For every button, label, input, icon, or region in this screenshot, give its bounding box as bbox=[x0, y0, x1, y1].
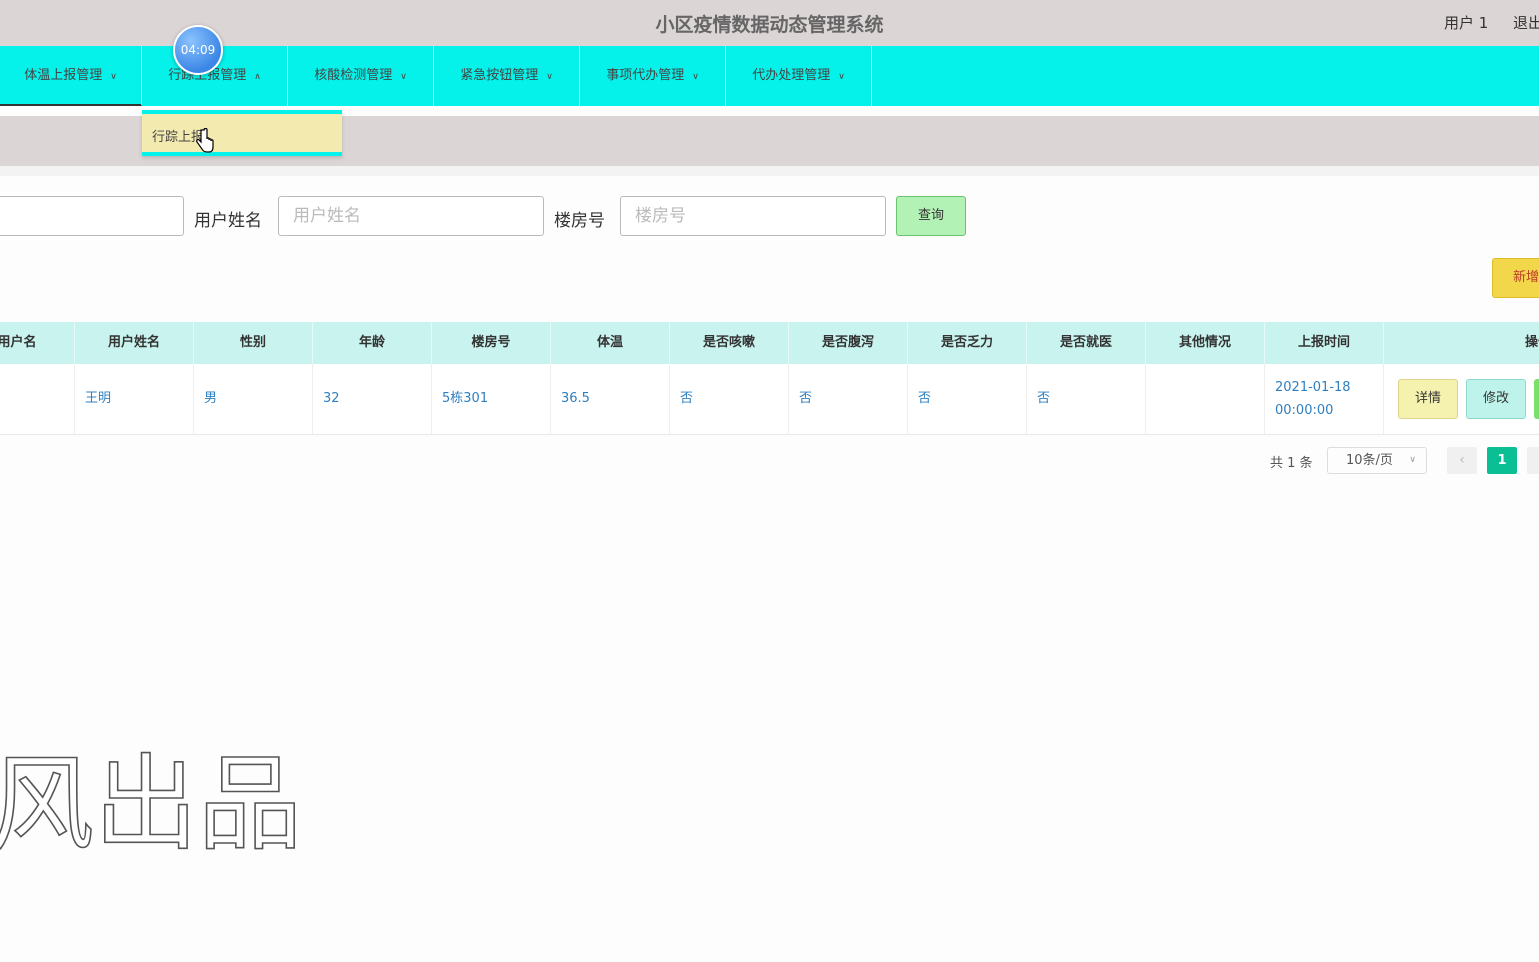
query-button[interactable]: 查询 bbox=[896, 196, 966, 236]
nav-item-label: 核酸检测管理 bbox=[314, 68, 393, 83]
page-size-value: 10条/页 bbox=[1346, 453, 1393, 468]
cell-age: 32 bbox=[313, 364, 432, 434]
cell-fatigue: 否 bbox=[908, 364, 1027, 434]
column-header: 用户名 bbox=[0, 322, 75, 364]
cell-other bbox=[1146, 364, 1265, 434]
nav-item-label: 紧急按钮管理 bbox=[460, 68, 539, 83]
building-label: 楼房号 bbox=[554, 211, 605, 231]
username-search-input[interactable] bbox=[0, 196, 184, 236]
cell-building: 5栋301 bbox=[432, 364, 551, 434]
next-page-button[interactable] bbox=[1527, 447, 1539, 474]
cell-report-time: 2021-01-18 00:00:00 bbox=[1265, 364, 1384, 434]
column-header: 上报时间 bbox=[1265, 322, 1384, 364]
chevron-down-icon: ∨ bbox=[838, 72, 845, 82]
nav-item-label: 代办处理管理 bbox=[752, 68, 831, 83]
column-header: 是否乏力 bbox=[908, 322, 1027, 364]
chevron-down-icon: ∨ bbox=[546, 72, 553, 82]
name-search-input[interactable] bbox=[278, 196, 544, 236]
cell-gender: 男 bbox=[194, 364, 313, 434]
cell-cough: 否 bbox=[670, 364, 789, 434]
divider bbox=[0, 166, 1539, 176]
hand-cursor-icon bbox=[196, 128, 214, 153]
main-nav: 体温上报管理 ∨ 行踪上报管理 ∧ 核酸检测管理 ∨ 紧急按钮管理 ∨ 事项代办管理 ∨ … bbox=[0, 46, 1539, 106]
logout-link[interactable]: 退出 bbox=[1513, 12, 1539, 33]
cell-hospital: 否 bbox=[1027, 364, 1146, 434]
column-header: 是否就医 bbox=[1027, 322, 1146, 364]
column-header: 是否咳嗽 bbox=[670, 322, 789, 364]
cell-diarrhea: 否 bbox=[789, 364, 908, 434]
delete-button[interactable] bbox=[1534, 379, 1539, 419]
top-header: 小区疫情数据动态管理系统 用户 1 退出 bbox=[0, 0, 1539, 46]
detail-button[interactable]: 详情 bbox=[1398, 379, 1458, 419]
nav-item-label: 体温上报管理 bbox=[24, 68, 103, 83]
chevron-down-icon: ∨ bbox=[692, 72, 699, 82]
column-header: 其他情况 bbox=[1146, 322, 1265, 364]
table-row: 王明 男 32 5栋301 36.5 否 否 否 否 2021-01-18 00… bbox=[0, 364, 1539, 435]
column-header: 是否腹泻 bbox=[789, 322, 908, 364]
nav-item-emergency-button[interactable]: 紧急按钮管理 ∨ bbox=[434, 46, 580, 106]
column-header: 用户姓名 bbox=[75, 322, 194, 364]
username-label: 用户姓名 bbox=[194, 211, 262, 231]
nav-item-todo-processing[interactable]: 代办处理管理 ∨ bbox=[726, 46, 872, 106]
chevron-up-icon: ∧ bbox=[254, 72, 261, 82]
edit-button[interactable]: 修改 bbox=[1466, 379, 1526, 419]
nav-dropdown-menu: 行踪上报 bbox=[142, 110, 342, 156]
column-header: 年龄 bbox=[313, 322, 432, 364]
watermark: 风出品 bbox=[0, 742, 303, 860]
column-header: 体温 bbox=[551, 322, 670, 364]
timer-badge: 04:09 bbox=[173, 25, 223, 75]
cell-temperature: 36.5 bbox=[551, 364, 670, 434]
pagination-total: 共 1 条 bbox=[1270, 456, 1313, 471]
column-header-label: 操作 bbox=[1524, 335, 1539, 350]
nav-item-todo-management[interactable]: 事项代办管理 ∨ bbox=[580, 46, 726, 106]
nav-item-temperature-report[interactable]: 体温上报管理 ∨ bbox=[0, 46, 142, 106]
chevron-down-icon: ∨ bbox=[400, 72, 407, 82]
current-user[interactable]: 用户 1 bbox=[1444, 12, 1488, 33]
watermark-text: 风出品 bbox=[0, 743, 302, 860]
chevron-down-icon: ∨ bbox=[110, 72, 117, 82]
cell-name: 王明 bbox=[75, 364, 194, 434]
page-size-select[interactable]: 10条/页 ∨ bbox=[1327, 447, 1427, 474]
chevron-left-icon: ‹ bbox=[1459, 452, 1465, 468]
add-button[interactable]: 新增 bbox=[1492, 258, 1539, 298]
page-title: 小区疫情数据动态管理系统 bbox=[655, 14, 884, 36]
nav-item-nucleic-test[interactable]: 核酸检测管理 ∨ bbox=[288, 46, 434, 106]
prev-page-button[interactable]: ‹ bbox=[1447, 447, 1477, 474]
building-search-input[interactable] bbox=[620, 196, 886, 236]
chevron-down-icon: ∨ bbox=[1409, 455, 1416, 465]
column-header: 性别 bbox=[194, 322, 313, 364]
nav-item-label: 事项代办管理 bbox=[606, 68, 685, 83]
table-header: 用户名 用户姓名 性别 年龄 楼房号 体温 是否咳嗽 是否腹泻 是否乏力 是否就… bbox=[0, 322, 1539, 364]
column-header: 操作 bbox=[1384, 322, 1539, 364]
column-header: 楼房号 bbox=[432, 322, 551, 364]
page-number-button[interactable]: 1 bbox=[1487, 447, 1517, 474]
cell-username bbox=[0, 364, 75, 434]
